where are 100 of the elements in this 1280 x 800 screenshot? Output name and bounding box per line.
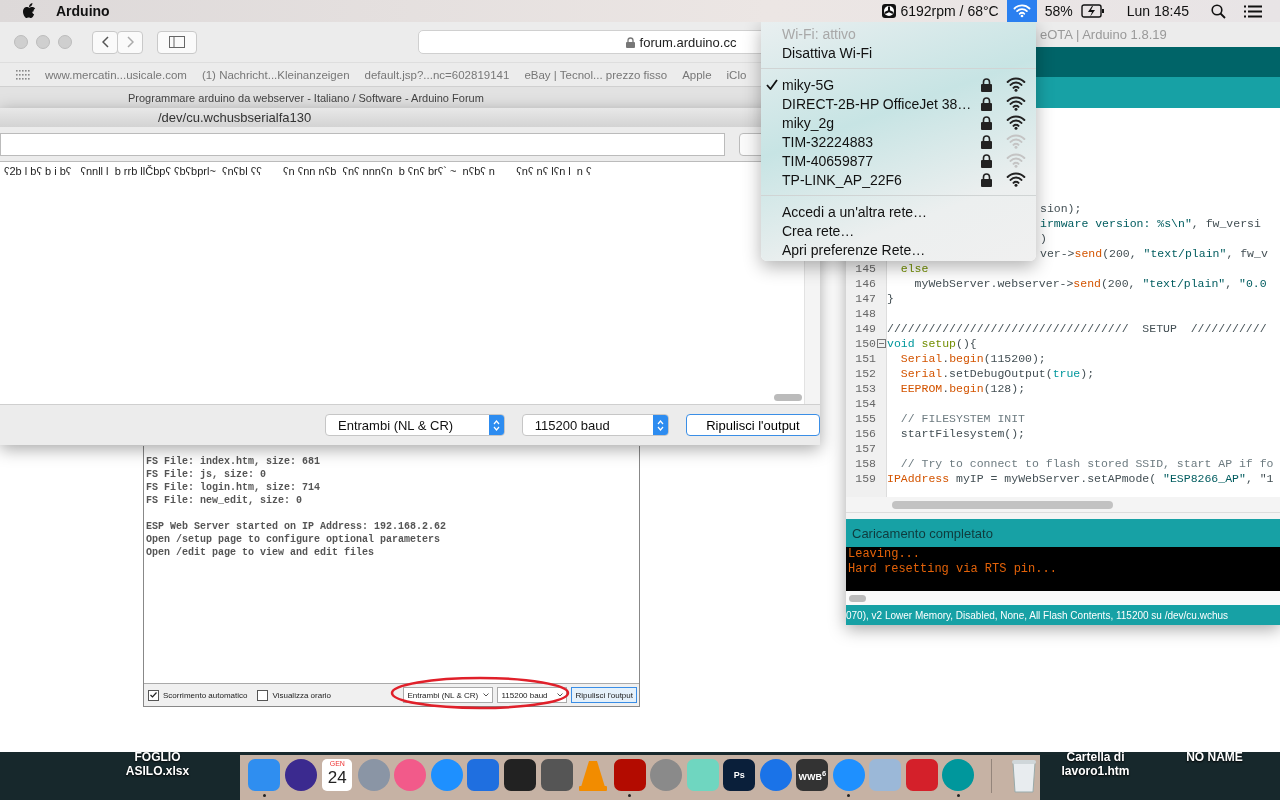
code-line: void setup(){	[887, 337, 977, 350]
bookmark-link[interactable]: Apple	[682, 68, 712, 81]
list-icon[interactable]	[1244, 4, 1262, 18]
checkbox-label: Visualizza orario	[272, 690, 332, 700]
network-item[interactable]: miky_2g	[761, 113, 1036, 132]
line-number: 155	[854, 412, 876, 425]
baud-select[interactable]: 115200 baud	[497, 687, 568, 703]
menu-item[interactable]: Crea rete…	[761, 221, 1036, 240]
checkmark-icon	[765, 79, 778, 90]
clear-output-button[interactable]: Ripulisci l'output	[685, 414, 820, 436]
code-line: startFilesystem();	[899, 427, 1026, 440]
baud-select[interactable]: 115200 baud	[521, 414, 669, 436]
pane-splitter[interactable]	[846, 512, 1280, 519]
line-ending-select[interactable]: Entrambi (NL & CR)	[403, 687, 494, 703]
lock-icon	[625, 36, 635, 48]
line-number: 157	[854, 442, 876, 455]
line-number: 148	[854, 307, 876, 320]
trash-icon[interactable]	[1010, 759, 1037, 793]
code-line: irmware version: %s\n", fw_versi	[1040, 217, 1261, 230]
code-line: /////////////////////////////////// SETUP ///////////	[887, 322, 1267, 335]
search-icon[interactable]	[1211, 3, 1226, 19]
bookmark-link[interactable]: eBay | Tecnol... prezzo fisso	[524, 68, 668, 81]
scrollbar-thumb[interactable]	[892, 500, 1113, 509]
stepper-icon	[492, 419, 500, 431]
grid-icon[interactable]	[16, 69, 30, 80]
output-line: Open /edit page to view and edit files	[146, 546, 376, 559]
app-icon[interactable]: Ps	[723, 759, 756, 791]
checkbox[interactable]	[257, 689, 269, 701]
sidebar-button[interactable]	[157, 30, 197, 54]
clear-output-button[interactable]: Ripulisci l'output	[571, 687, 637, 703]
bookmark-link[interactable]: default.jsp?...nc=602819141	[364, 68, 510, 81]
bookmark-link[interactable]: www.mercatin...usicale.com	[45, 68, 187, 81]
minimize-button[interactable]	[36, 35, 50, 49]
fan-icon	[881, 3, 898, 19]
code-line: )	[1040, 232, 1047, 245]
line-number: 147	[854, 292, 876, 305]
chevron-left-icon	[101, 36, 109, 48]
chevron-down-icon	[483, 693, 490, 697]
app-icon[interactable]	[284, 759, 317, 791]
stepper-icon	[656, 419, 664, 431]
line-number: 146	[854, 277, 876, 290]
output-line: FS File: js, size: 0	[146, 468, 268, 481]
scrollbar-thumb[interactable]	[849, 594, 866, 602]
output-line: FS File: login.htm, size: 714	[146, 481, 322, 494]
network-item[interactable]: TIM-32224883	[761, 132, 1036, 151]
line-number: 145	[854, 262, 876, 275]
wifi-icon	[1006, 172, 1026, 187]
code-line: // FILESYSTEM INIT	[899, 412, 1026, 425]
desktop-file-label[interactable]: Cartella di lavoro1.htm	[1048, 750, 1143, 778]
wifi-icon	[1006, 134, 1026, 149]
line-number: 150	[854, 337, 876, 350]
wifi-icon	[1006, 115, 1026, 130]
output-line: FS File: index.htm, size: 681	[146, 455, 322, 468]
bookmark-link[interactable]: iClo	[726, 68, 747, 81]
zoom-button[interactable]	[58, 35, 72, 49]
fold-toggle-icon[interactable]	[877, 339, 886, 348]
clock[interactable]: Lun 18:45	[1126, 3, 1189, 19]
wifi-icon	[1012, 4, 1031, 18]
line-number: 156	[854, 427, 876, 440]
code-line: myWebServer.webserver->send(200, "text/plain", "0.0	[913, 277, 1267, 290]
close-button[interactable]	[14, 35, 28, 49]
input-field[interactable]	[0, 132, 726, 156]
line-ending-select[interactable]: Entrambi (NL & CR)	[325, 414, 505, 436]
forward-button[interactable]	[117, 30, 143, 54]
line-number: 154	[854, 397, 876, 410]
app-icon[interactable]: WWB$^{6}$	[796, 759, 829, 791]
line-number: 152	[854, 367, 876, 380]
menu-app-name[interactable]: Arduino	[56, 3, 110, 19]
console-line: Leaving...	[848, 547, 921, 562]
back-button[interactable]	[92, 30, 118, 54]
apple-logo-icon[interactable]	[22, 3, 36, 19]
menu-item[interactable]: Accedi a un'altra rete…	[761, 202, 1036, 221]
app-icon[interactable]	[540, 759, 573, 791]
code-line: }	[887, 292, 894, 305]
code-line: sion);	[1040, 202, 1082, 215]
board-status: 070), v2 Lower Memory, Disabled, None, All Flash Contents, 115200 su /dev/cu.wchus	[846, 605, 1280, 625]
scrollbar-thumb[interactable]	[774, 394, 802, 401]
status-message: Caricamento completato	[846, 519, 1280, 547]
app-icon[interactable]	[504, 759, 536, 791]
serial-output: ʕ2b l bʕ b i bʕ ʕnnll l b rrb llČbpʕ ʕbʕbprl~ ʕnʕbl ʕʕ ʕn ʕnn nʕb ʕnʕ nnnʕn b ʕnʕ brʕ` ~ nʕbʕ n ʕnʕ nʕ lʕn l n ʕ	[4, 165, 593, 177]
code-line: Serial.setDebugOutput(true);	[899, 367, 1095, 380]
battery-percent[interactable]: 58%	[1044, 3, 1073, 19]
network-item[interactable]: TP-LINK_AP_22F6	[761, 170, 1036, 189]
fan-status[interactable]: 6192rpm / 68°C	[900, 3, 999, 19]
desktop-file-label[interactable]: NO NAME	[1167, 750, 1262, 764]
line-number: 151	[854, 352, 876, 365]
app-icon[interactable]	[613, 759, 646, 791]
line-number: 149	[854, 322, 876, 335]
wifi-menu-button[interactable]	[1006, 0, 1037, 22]
code-line: ver->send(200, "text/plain", fw_v	[1040, 247, 1268, 260]
network-item[interactable]: TIM-40659877	[761, 151, 1036, 170]
wifi-icon	[1006, 153, 1026, 168]
output-line: ESP Web Server started on IP Address: 192.168.2.62	[146, 520, 448, 533]
menu-item[interactable]: Apri preferenze Rete…	[761, 240, 1036, 259]
desktop-file-label[interactable]: FOGLIO ASILO.xlsx	[110, 750, 205, 778]
line-number: 153	[854, 382, 876, 395]
checkbox-label: Scorrimento automatico	[163, 690, 248, 700]
checkbox[interactable]	[148, 689, 159, 701]
bookmark-link[interactable]: (1) Nachricht...Kleinanzeigen	[201, 68, 350, 81]
code-line: // Try to connect to flash stored SSID, start AP if fo	[899, 457, 1274, 470]
